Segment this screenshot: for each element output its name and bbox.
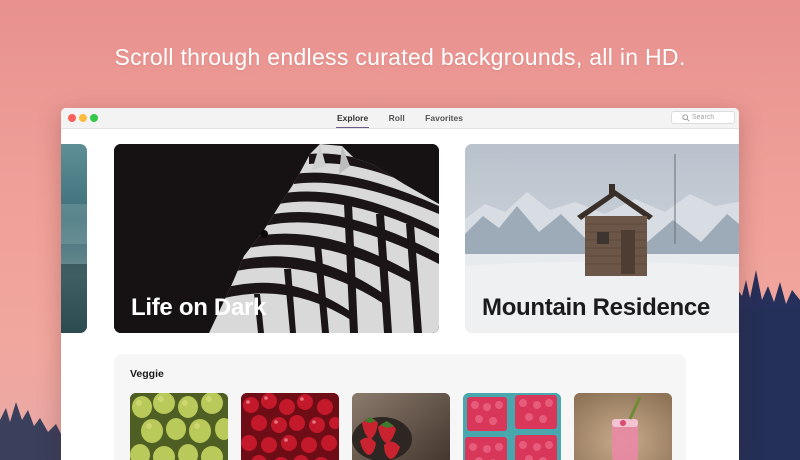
hero-card-title: Life on Dark [131, 294, 267, 321]
title-bar: Explore Roll Favorites Search [61, 108, 739, 129]
thumbnail-pears[interactable] [130, 393, 228, 460]
pears-image [130, 393, 228, 460]
tab-bar: Explore Roll Favorites [61, 108, 739, 128]
section-title: Veggie [130, 368, 164, 380]
hero-card-mountain-residence[interactable]: Mountain Residence [465, 144, 739, 333]
hero-card-life-on-dark[interactable]: Life on Dark [114, 144, 439, 333]
hero-card-title: Mountain Residence [482, 294, 710, 321]
explore-content[interactable]: Life on Dark Mountain Residence Veggie [61, 129, 739, 460]
thumbnail-strawberries[interactable] [352, 393, 450, 460]
strawberries-image [352, 393, 450, 460]
app-window: Explore Roll Favorites Search Life on Da… [61, 108, 739, 460]
cherries-image [241, 393, 339, 460]
tab-favorites[interactable]: Favorites [424, 110, 464, 127]
thumbnail-raspberries[interactable] [463, 393, 561, 460]
thumbnail-cherries[interactable] [241, 393, 339, 460]
smoothie-image [574, 393, 672, 460]
tab-roll[interactable]: Roll [388, 110, 406, 127]
hero-card-previous[interactable] [61, 144, 87, 333]
tab-explore[interactable]: Explore [336, 110, 370, 128]
background-trees-left [0, 402, 62, 460]
hero-card-previous-image [61, 204, 87, 333]
search-input[interactable]: Search [671, 111, 735, 124]
thumbnail-smoothie[interactable] [574, 393, 672, 460]
collection-veggie: Veggie [114, 354, 686, 460]
search-placeholder: Search [692, 114, 715, 121]
raspberries-image [463, 393, 561, 460]
headline: Scroll through endless curated backgroun… [114, 44, 686, 70]
search-icon [682, 114, 690, 122]
background-trees-right [738, 270, 800, 460]
